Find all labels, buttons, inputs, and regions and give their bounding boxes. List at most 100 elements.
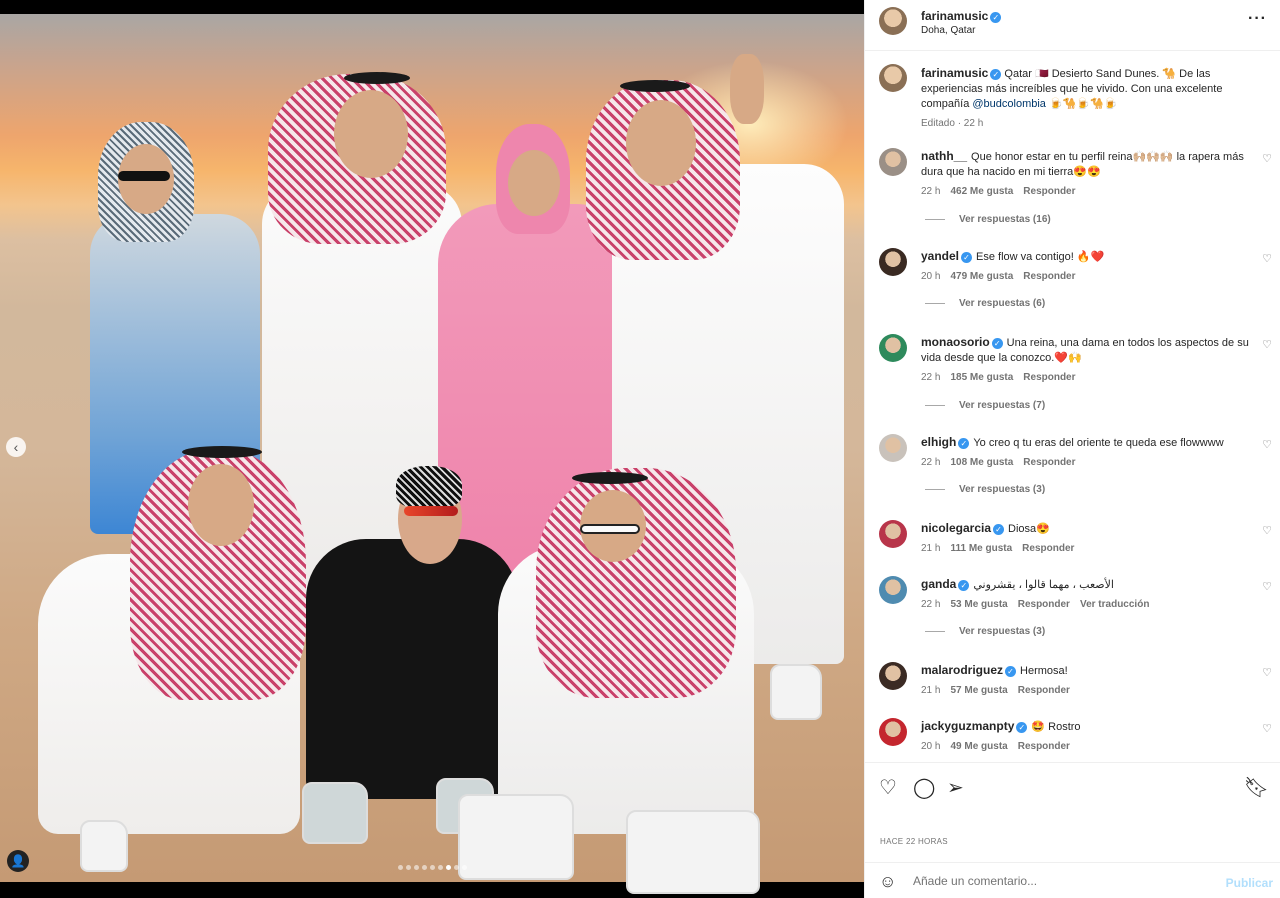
view-replies-button[interactable]: Ver respuestas (7) bbox=[925, 400, 1045, 411]
comment-time: 22 h bbox=[921, 372, 941, 383]
commenter-username[interactable]: nicolegarcia bbox=[921, 521, 991, 535]
view-replies-label[interactable]: Ver respuestas (3) bbox=[959, 626, 1045, 637]
caption-meta: Editado · 22 h bbox=[921, 118, 984, 129]
comment-like-heart-icon[interactable]: ♡ bbox=[1261, 438, 1273, 451]
caption-username[interactable]: farinamusic bbox=[921, 66, 988, 80]
carousel-dots bbox=[398, 865, 467, 870]
author-username[interactable]: farinamusic bbox=[921, 9, 988, 23]
emoji-icon[interactable]: ☺ bbox=[879, 872, 896, 892]
author-avatar[interactable] bbox=[879, 7, 907, 35]
caption-emojis: 🍺🐪🍺🐪🍺 bbox=[1045, 98, 1118, 110]
comment-reply[interactable]: Responder bbox=[1018, 741, 1070, 752]
comment-text: Hermosa! bbox=[1020, 665, 1068, 677]
comment-text: الأصعب ، مهما قالوا ، يقشروني bbox=[973, 579, 1114, 591]
like-heart-icon[interactable]: ♡ bbox=[879, 775, 897, 800]
view-replies-button[interactable]: Ver respuestas (3) bbox=[925, 484, 1045, 495]
comment-text: Que honor estar en tu perfil reina🙌🏼🙌🏼🙌🏼… bbox=[921, 151, 1244, 178]
comment-reply[interactable]: Responder bbox=[1023, 186, 1075, 197]
commenter-username[interactable]: malarodriguez bbox=[921, 663, 1003, 677]
view-replies-button[interactable]: Ver respuestas (16) bbox=[925, 214, 1051, 225]
commenter-avatar[interactable] bbox=[879, 148, 907, 176]
caption-mention[interactable]: @budcolombia bbox=[972, 98, 1046, 110]
comment-like-heart-icon[interactable]: ♡ bbox=[1261, 580, 1273, 593]
commenter-username[interactable]: nathh__ bbox=[921, 149, 967, 163]
comment-like-heart-icon[interactable]: ♡ bbox=[1261, 338, 1273, 351]
verified-icon: ✓ bbox=[993, 524, 1005, 535]
comment-like-heart-icon[interactable]: ♡ bbox=[1261, 722, 1273, 735]
replies-divider bbox=[925, 630, 945, 632]
comment-likes[interactable]: 49 Me gusta bbox=[950, 741, 1007, 752]
commenter-avatar[interactable] bbox=[879, 248, 907, 276]
media-top-bar bbox=[0, 0, 864, 14]
carousel-dot bbox=[422, 865, 427, 870]
add-comment-bar: ☺ Publicar bbox=[865, 862, 1280, 898]
comment-time: 20 h bbox=[921, 271, 941, 282]
comment-likes[interactable]: 111 Me gusta bbox=[950, 543, 1012, 554]
comment-time: 21 h bbox=[921, 685, 941, 696]
comment-like-heart-icon[interactable]: ♡ bbox=[1261, 252, 1273, 265]
comment-reply[interactable]: Responder bbox=[1023, 271, 1075, 282]
comment-reply[interactable]: Responder bbox=[1022, 543, 1074, 554]
commenter-username[interactable]: jackyguzmanpty bbox=[921, 719, 1014, 733]
comment-text: 🤩 Rostro bbox=[1031, 721, 1081, 733]
view-replies-label[interactable]: Ver respuestas (7) bbox=[959, 400, 1045, 411]
commenter-avatar[interactable] bbox=[879, 520, 907, 548]
view-replies-button[interactable]: Ver respuestas (6) bbox=[925, 298, 1045, 309]
view-replies-label[interactable]: Ver respuestas (6) bbox=[959, 298, 1045, 309]
comment-meta: 20 h 49 Me gusta Responder bbox=[921, 739, 1251, 754]
comment-meta: 22 h 108 Me gusta Responder bbox=[921, 455, 1251, 470]
comments-list[interactable]: farinamusic ✓ Qatar 🇶🇦 Desierto Sand Dune… bbox=[865, 52, 1280, 762]
author-avatar[interactable] bbox=[879, 64, 907, 92]
comment-like-heart-icon[interactable]: ♡ bbox=[1261, 524, 1273, 537]
commenter-avatar[interactable] bbox=[879, 718, 907, 746]
carousel-dot bbox=[406, 865, 411, 870]
post-time-ago[interactable]: HACE 22 HORAS bbox=[880, 837, 948, 846]
verified-icon: ✓ bbox=[961, 252, 973, 263]
view-replies-button[interactable]: Ver respuestas (3) bbox=[925, 626, 1045, 637]
commenter-username[interactable]: ganda bbox=[921, 577, 956, 591]
view-replies-label[interactable]: Ver respuestas (3) bbox=[959, 484, 1045, 495]
bookmark-icon[interactable]: 🔖︎ bbox=[1244, 775, 1269, 800]
user-tags-icon[interactable]: 👤 bbox=[7, 850, 29, 872]
comment-like-heart-icon[interactable]: ♡ bbox=[1261, 152, 1273, 165]
comment-likes[interactable]: 53 Me gusta bbox=[950, 599, 1007, 610]
replies-divider bbox=[925, 302, 945, 304]
comment-reply[interactable]: Responder bbox=[1018, 685, 1070, 696]
commenter-avatar[interactable] bbox=[879, 334, 907, 362]
comment-likes[interactable]: 57 Me gusta bbox=[950, 685, 1007, 696]
commenter-username[interactable]: elhigh bbox=[921, 435, 956, 449]
comment-likes[interactable]: 108 Me gusta bbox=[950, 457, 1013, 468]
post-location[interactable]: Doha, Qatar bbox=[921, 25, 975, 36]
comment-like-heart-icon[interactable]: ♡ bbox=[1261, 666, 1273, 679]
commenter-avatar[interactable] bbox=[879, 662, 907, 690]
comment-likes[interactable]: 479 Me gusta bbox=[950, 271, 1013, 282]
comment-input[interactable] bbox=[913, 871, 1213, 891]
person-woman-black-outfit bbox=[306, 539, 518, 799]
commenter-avatar[interactable] bbox=[879, 576, 907, 604]
replies-divider bbox=[925, 404, 945, 406]
commenter-username[interactable]: yandel bbox=[921, 249, 959, 263]
verified-icon: ✓ bbox=[958, 438, 970, 449]
commenter-avatar[interactable] bbox=[879, 434, 907, 462]
comment-bubble-icon[interactable]: ◯ bbox=[913, 775, 935, 800]
comment-meta: 22 h 462 Me gusta Responder bbox=[921, 184, 1251, 199]
comment-text: Diosa😍 bbox=[1008, 523, 1050, 535]
replies-divider bbox=[925, 488, 945, 490]
comment-translate[interactable]: Ver traducción bbox=[1080, 599, 1149, 610]
post-media[interactable]: ‹ 👤 bbox=[0, 0, 864, 898]
comment-reply[interactable]: Responder bbox=[1023, 457, 1075, 468]
verified-icon: ✓ bbox=[990, 12, 1002, 23]
more-icon[interactable]: ··· bbox=[1248, 10, 1267, 28]
comment-reply[interactable]: Responder bbox=[1023, 372, 1075, 383]
comment-time: 22 h bbox=[921, 599, 941, 610]
share-send-icon[interactable]: ➢ bbox=[947, 775, 964, 800]
comment-reply[interactable]: Responder bbox=[1018, 599, 1070, 610]
comment-likes[interactable]: 462 Me gusta bbox=[950, 186, 1013, 197]
view-replies-label[interactable]: Ver respuestas (16) bbox=[959, 214, 1051, 225]
comment-likes[interactable]: 185 Me gusta bbox=[950, 372, 1013, 383]
commenter-username[interactable]: monaosorio bbox=[921, 335, 990, 349]
publish-button[interactable]: Publicar bbox=[1226, 876, 1273, 890]
carousel-prev-button[interactable]: ‹ bbox=[6, 437, 26, 457]
carousel-dot bbox=[414, 865, 419, 870]
post-photo[interactable] bbox=[0, 14, 864, 894]
